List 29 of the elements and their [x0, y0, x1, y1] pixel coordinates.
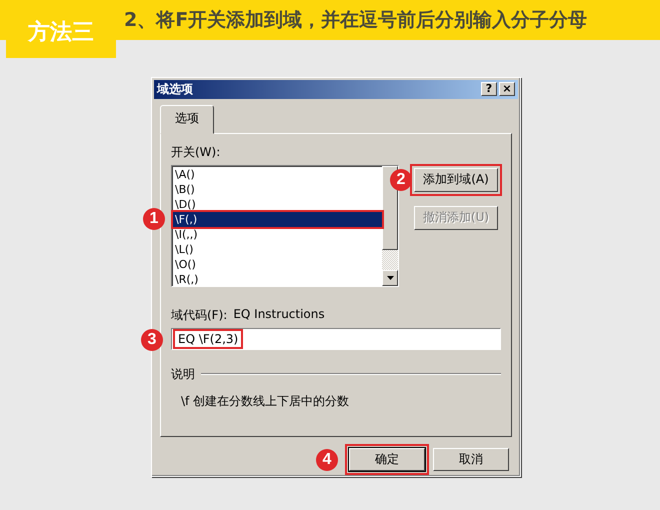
- list-item[interactable]: \A(): [173, 166, 382, 182]
- help-button[interactable]: ?: [481, 82, 497, 96]
- list-item[interactable]: \I(,,): [173, 226, 382, 242]
- scroll-down-button[interactable]: [382, 270, 398, 286]
- window-title: 域选项: [157, 80, 193, 98]
- list-item[interactable]: \D(): [173, 196, 382, 212]
- down-arrow-icon: [386, 276, 394, 280]
- dialog-button[interactable]: 添加到域(A): [414, 168, 498, 192]
- switches-label: 开关(W):: [171, 144, 222, 161]
- tab[interactable]: 选项: [160, 104, 214, 134]
- step-badge: 3: [141, 328, 163, 351]
- list-item[interactable]: \O(): [173, 256, 382, 272]
- step-badge: 1: [143, 208, 165, 230]
- description-text: \f 创建在分数线上下居中的分数: [180, 392, 350, 410]
- list-item[interactable]: \R(,): [173, 272, 382, 287]
- field-name: EQ Instructions: [233, 306, 325, 323]
- field-value: EQ \F(2,3): [173, 328, 244, 349]
- field-code-input[interactable]: EQ \F(2,3): [171, 328, 501, 350]
- list-item[interactable]: \L(): [173, 242, 382, 257]
- list-item[interactable]: \B(): [173, 182, 382, 197]
- step-title: 2、将F开关添加到域，并在逗号前后分别输入分子分母: [124, 8, 588, 33]
- field-code-label: 域代码(F):: [171, 306, 228, 324]
- scrollbar[interactable]: [382, 166, 398, 286]
- dialog-button[interactable]: 确定: [349, 448, 425, 471]
- description-label: 说明: [171, 366, 195, 383]
- close-button[interactable]: ×: [499, 82, 515, 96]
- dialog-button[interactable]: 取消: [433, 448, 509, 471]
- list-item[interactable]: \F(,): [173, 212, 382, 227]
- step-badge: 4: [316, 449, 338, 471]
